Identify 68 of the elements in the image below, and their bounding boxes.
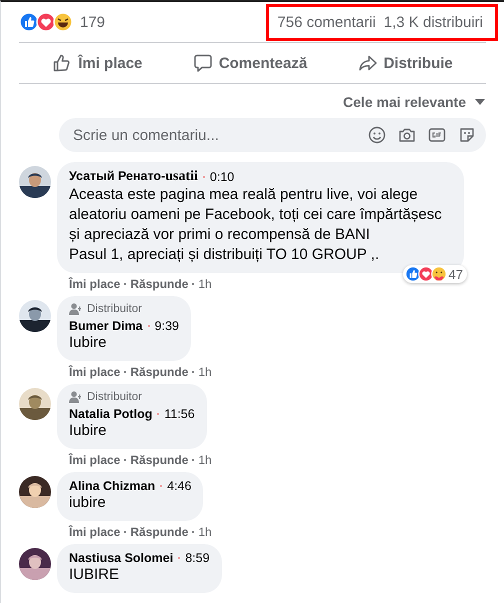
reply-link[interactable]: Răspunde bbox=[130, 365, 188, 379]
timestamp-link[interactable]: 0:10 bbox=[210, 170, 234, 184]
like-reaction-icon bbox=[19, 12, 39, 32]
thumbs-up-icon bbox=[52, 53, 72, 73]
comment-text: Iubire bbox=[69, 333, 108, 353]
share-count[interactable]: 1,3 K distribuiri bbox=[384, 14, 483, 30]
separator-dot bbox=[124, 459, 126, 461]
like-link[interactable]: Îmi place bbox=[69, 525, 120, 539]
separator-dot bbox=[148, 325, 150, 327]
caret-icon bbox=[474, 98, 486, 106]
comment-text: iubire bbox=[69, 493, 107, 513]
separator-dot bbox=[124, 531, 126, 533]
timestamp-link[interactable]: 8:59 bbox=[185, 551, 210, 565]
badge-label: Distribuitor bbox=[87, 391, 142, 403]
gif-icon[interactable] bbox=[428, 126, 446, 144]
separator-dot bbox=[124, 283, 126, 285]
comment-button[interactable]: Comentează bbox=[182, 43, 318, 83]
author-name[interactable]: Усатый Ренато-usatii bbox=[69, 169, 198, 185]
like-reaction-icon bbox=[404, 266, 421, 282]
like-link[interactable]: Îmi place bbox=[69, 453, 120, 467]
heart-reaction-icon bbox=[36, 12, 56, 32]
separator-dot bbox=[124, 371, 126, 373]
separator-dot bbox=[202, 176, 205, 178]
reaction-count[interactable]: 179 bbox=[80, 14, 106, 30]
author-name[interactable]: Natalia Potlog bbox=[69, 407, 152, 421]
hugging-emoji-icon bbox=[430, 266, 447, 282]
sort-dropdown[interactable]: Cele mai relevante bbox=[343, 92, 486, 112]
comment-age[interactable]: 1h bbox=[198, 525, 212, 539]
reply-link[interactable]: Răspunde bbox=[130, 525, 188, 539]
comment-age[interactable]: 1h bbox=[198, 365, 212, 379]
comment-input[interactable]: Scrie un comentariu... bbox=[71, 126, 368, 144]
separator-dot bbox=[160, 485, 162, 487]
speech-bubble-icon bbox=[192, 53, 213, 73]
author-name[interactable]: Bumer Dima bbox=[69, 319, 143, 333]
like-link[interactable]: Îmi place bbox=[69, 277, 120, 291]
comment-field[interactable]: Scrie un comentariu... bbox=[59, 118, 486, 152]
author-name[interactable]: Alina Chizman bbox=[69, 479, 156, 493]
sticker-icon[interactable] bbox=[458, 126, 476, 144]
timestamp-link[interactable]: 4:46 bbox=[167, 479, 192, 493]
like-link[interactable]: Îmi place bbox=[69, 365, 120, 379]
comment-text: IUBIRE bbox=[69, 565, 120, 585]
user-badge-icon bbox=[69, 391, 82, 403]
author-name[interactable]: Nastiusa Solomei bbox=[69, 551, 174, 565]
comment-age[interactable]: 1h bbox=[198, 453, 212, 467]
separator-dot bbox=[192, 371, 194, 373]
timestamp-link[interactable]: 9:39 bbox=[154, 319, 179, 333]
laughing-emoji-icon bbox=[53, 12, 73, 32]
comment-count[interactable]: 756 comentarii bbox=[277, 14, 376, 30]
timestamp-link[interactable]: 11:56 bbox=[164, 407, 195, 421]
badge-label: Distribuitor bbox=[87, 303, 142, 315]
share-arrow-icon bbox=[358, 53, 378, 73]
smiley-icon[interactable] bbox=[368, 126, 386, 144]
separator-dot bbox=[192, 283, 194, 285]
separator-dot bbox=[157, 413, 160, 415]
separator-dot bbox=[178, 557, 180, 559]
separator-dot bbox=[192, 459, 194, 461]
comment-text: Iubire bbox=[69, 421, 108, 441]
user-badge-icon bbox=[69, 303, 82, 315]
comment-age[interactable]: 1h bbox=[198, 277, 212, 291]
comment-text: Aceasta este pagina mea reală pentru live, voi alege aleatoriu oameni pe Facebook, toți cei care împărtășesc și apreciază vor primi o recompensă de BANI Pasul 1, apreciați și distribuiți TO 10 GROUP ,. bbox=[69, 185, 443, 265]
camera-icon[interactable] bbox=[398, 126, 416, 144]
like-button[interactable]: Îmi place bbox=[42, 43, 152, 83]
share-button[interactable]: Distribuie bbox=[348, 43, 463, 83]
reply-link[interactable]: Răspunde bbox=[130, 277, 188, 291]
reaction-summary[interactable]: 47 bbox=[402, 265, 467, 283]
reaction-count: 47 bbox=[448, 266, 463, 282]
reply-link[interactable]: Răspunde bbox=[130, 453, 188, 467]
separator-dot bbox=[192, 531, 194, 533]
